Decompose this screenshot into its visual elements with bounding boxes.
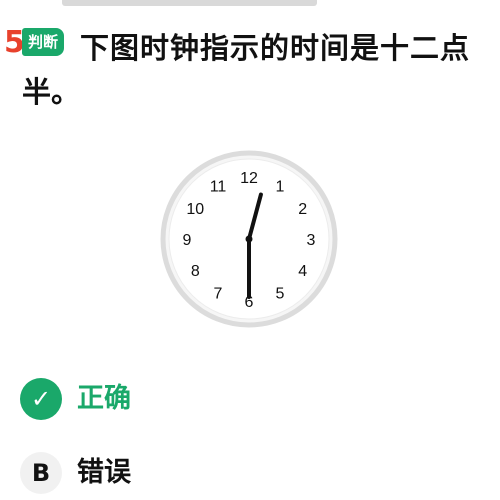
- clock-center-pin: [245, 235, 253, 243]
- clock-numeral: 3: [307, 232, 316, 249]
- clock-numeral: 5: [276, 286, 285, 303]
- clock-numeral: 11: [210, 178, 227, 195]
- option-correct[interactable]: ✓ 正确: [20, 378, 131, 420]
- clock-numeral: 1: [276, 178, 285, 195]
- clock-numeral: 9: [183, 232, 192, 249]
- checkmark-icon: ✓: [20, 378, 62, 420]
- clock-numeral: 7: [214, 286, 223, 303]
- clock-numeral: 2: [298, 201, 307, 218]
- option-label: 错误: [77, 457, 131, 488]
- clock-numeral: 10: [186, 201, 204, 218]
- clock-numeral: 12: [240, 170, 258, 187]
- clock-face: 12 1234567891011: [160, 150, 338, 328]
- option-b-marker: B: [20, 452, 62, 494]
- clock-numeral: 8: [191, 263, 200, 280]
- top-bar: [62, 0, 317, 6]
- clock-image: 12 1 2 3 4 5 6 7 8 9 10 11: [160, 150, 338, 328]
- clock-numeral: 4: [298, 263, 307, 280]
- option-wrong[interactable]: B 错误: [20, 452, 131, 494]
- option-label: 正确: [77, 383, 131, 414]
- question-type-badge: 判断: [22, 28, 65, 56]
- question-text-continued: 半。: [22, 75, 81, 109]
- question-page: 5 判断 下图时钟指示的时间是十二点 半。 12 1 2 3 4 5 6 7 8 9 10 11 ✓ …: [0, 0, 500, 500]
- question-text: 下图时钟指示的时间是十二点: [80, 31, 471, 65]
